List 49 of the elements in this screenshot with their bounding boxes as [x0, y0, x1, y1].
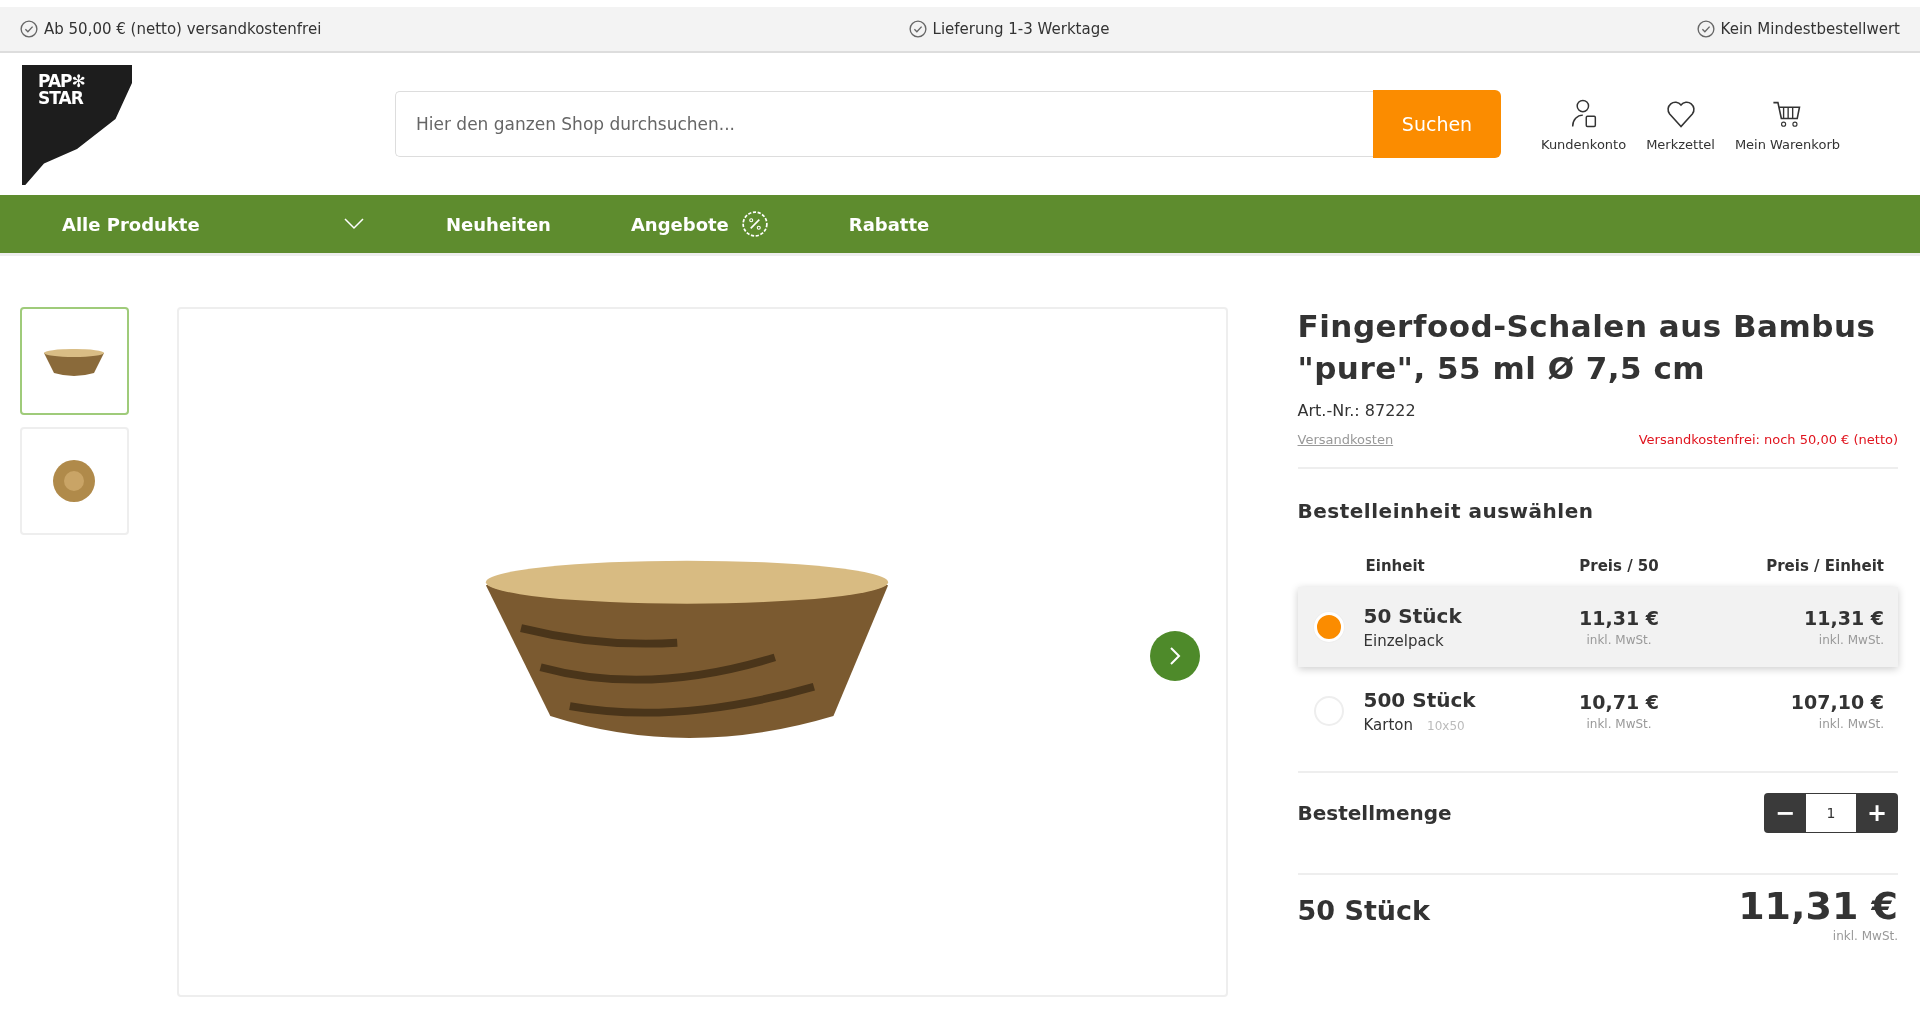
usp-text: Lieferung 1-3 Werktage — [932, 20, 1110, 38]
check-icon — [20, 20, 38, 38]
total-quantity: 50 Stück — [1297, 895, 1431, 928]
nav-link[interactable]: Angebote — [630, 213, 729, 235]
vat-note: inkl. MwSt. — [1817, 633, 1884, 647]
unit-name: 500 Stück — [1363, 688, 1477, 712]
thumbnail[interactable] — [20, 307, 129, 415]
chevron-right-icon — [1168, 646, 1181, 666]
price: 11,31 € — [1578, 607, 1660, 629]
column-header: Preis / 50 — [1578, 557, 1660, 575]
quantity-label: Bestellmenge — [1297, 801, 1452, 825]
pack-type: Karton — [1363, 716, 1414, 734]
unit-name: 50 Stück — [1363, 604, 1463, 628]
shipping-notice: Versandkostenfrei: noch 50,00 € (netto) — [1638, 432, 1898, 447]
unit-option[interactable]: 50 Stück Einzelpack 11,31 € inkl. MwSt. 11,31 € inkl. MwSt. — [1297, 587, 1898, 667]
nav-link[interactable]: Neuheiten — [446, 213, 551, 235]
usp-text: Kein Mindestbestellwert — [1720, 20, 1900, 38]
decrease-button[interactable]: − — [1764, 793, 1806, 833]
check-icon — [1696, 20, 1715, 38]
increase-button[interactable]: + — [1856, 793, 1898, 833]
price: 10,71 € — [1578, 691, 1660, 713]
next-button[interactable] — [1149, 631, 1200, 681]
header-action[interactable]: Kundenkonto — [1541, 96, 1627, 152]
header-action[interactable]: Merkzettel — [1646, 96, 1715, 152]
usp-text: Ab 50,00 € (netto) versandkostenfrei — [44, 20, 322, 38]
section-heading: Bestelleinheit auswählen — [1297, 499, 1595, 523]
nav-link[interactable]: Rabatte — [848, 213, 930, 235]
pack-note: 10x50 — [1427, 719, 1465, 733]
nav-link[interactable]: Alle Produkte — [62, 213, 200, 235]
total-price: 11,31 € — [1738, 883, 1898, 929]
column-header: Einheit — [1365, 557, 1426, 575]
search-field[interactable]: Hier den ganzen Shop durchsuchen... — [395, 91, 1373, 157]
unit-option[interactable]: 500 Stück Karton 10x50 10,71 € inkl. MwSt. 107,10 € inkl. MwSt. — [1297, 671, 1898, 751]
header-action[interactable]: Mein Warenkorb — [1734, 96, 1840, 152]
vat-note: inkl. MwSt. — [1831, 929, 1898, 943]
product-title: Fingerfood-Schalen aus Bambus "pure", 55 ml Ø 7,5 cm — [1297, 307, 1877, 388]
vat-note: inkl. MwSt. — [1585, 717, 1653, 731]
article-number: Art.-Nr.: 87222 — [1297, 401, 1417, 420]
logo[interactable]: PAP✻ STAR — [22, 65, 132, 185]
quantity-field[interactable]: 1 — [1806, 793, 1856, 833]
unit-price: 11,31 € — [1803, 607, 1884, 629]
unit-price: 107,10 € — [1789, 691, 1884, 713]
pack-type: Einzelpack — [1363, 632, 1444, 650]
vat-note: inkl. MwSt. — [1585, 633, 1653, 647]
vat-note: inkl. MwSt. — [1817, 717, 1884, 731]
check-icon — [908, 20, 927, 38]
percent-icon — [740, 210, 769, 238]
column-header: Preis / Einheit — [1765, 557, 1884, 575]
chevron-down-icon[interactable] — [344, 218, 364, 230]
